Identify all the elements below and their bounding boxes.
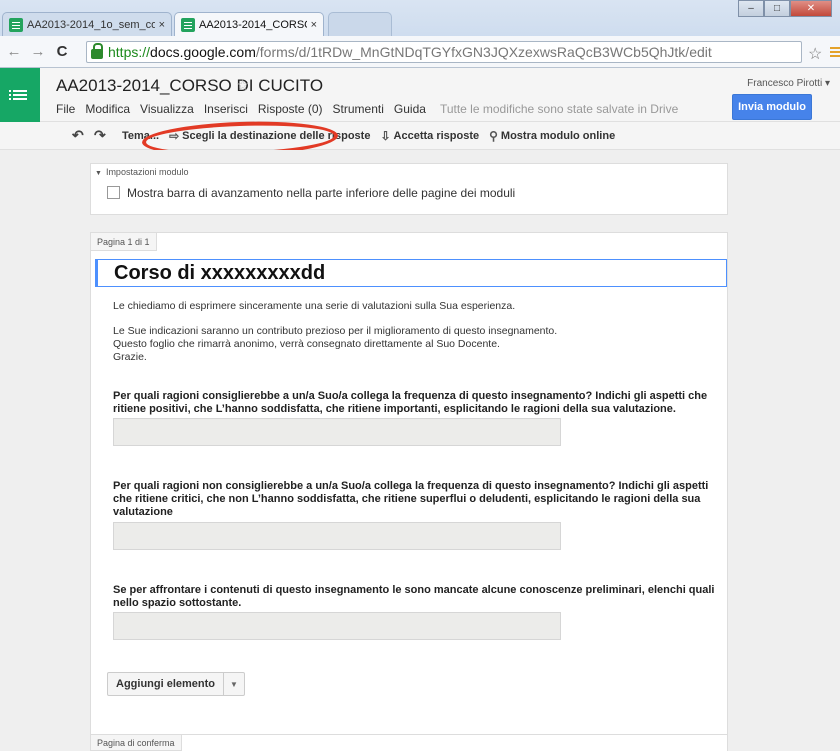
- lock-icon: [91, 43, 103, 59]
- minimize-button[interactable]: ‒: [738, 0, 764, 17]
- address-bar[interactable]: https://docs.google.com/forms/d/1tRDw_Mn…: [86, 41, 802, 63]
- bookmark-star-icon[interactable]: ☆: [808, 44, 822, 64]
- url-path: /forms/d/1tRDw_MnGtNDqTGYfxGN3JQXzexwsRa…: [255, 44, 712, 60]
- undo-icon[interactable]: ↶: [72, 127, 84, 144]
- form-description-line: Le chiediamo di esprimere sinceramente u…: [113, 300, 516, 312]
- response-destination-label: Scegli la destinazione delle risposte: [182, 129, 371, 142]
- chevron-down-icon[interactable]: ▼: [224, 680, 244, 689]
- form-description-line: Grazie.: [113, 351, 147, 363]
- maximize-button[interactable]: □: [764, 0, 790, 17]
- answer-textarea[interactable]: [113, 612, 561, 640]
- forms-logo-icon[interactable]: [0, 68, 40, 122]
- progress-bar-checkbox[interactable]: [107, 186, 120, 199]
- show-online-form-button[interactable]: ⚲ Mostra modulo online: [489, 129, 615, 143]
- add-element-label: Aggiungi elemento: [108, 673, 224, 695]
- question-title[interactable]: Per quali ragioni non consiglierebbe a u…: [113, 480, 723, 519]
- save-status: Tutte le modifiche sono state salvate in…: [439, 102, 679, 116]
- user-account[interactable]: Francesco Pirotti ▾: [747, 78, 830, 89]
- tab-close-icon[interactable]: ×: [159, 19, 165, 31]
- browser-toolbar: ← → C https://docs.google.com/forms/d/1t…: [0, 36, 840, 68]
- forms-favicon-icon: [181, 17, 195, 32]
- forms-favicon-icon: [9, 17, 23, 32]
- tab-2[interactable]: AA2013-2014_CORSO DI C ×: [174, 12, 324, 36]
- answer-textarea[interactable]: [113, 418, 561, 446]
- menu-inserisci[interactable]: Inserisci: [204, 102, 248, 116]
- send-form-button[interactable]: Invia modulo: [732, 94, 812, 120]
- add-element-button[interactable]: Aggiungi elemento ▼: [107, 672, 245, 696]
- tab-1[interactable]: AA2013-2014_1o_sem_co ×: [2, 12, 172, 36]
- new-tab-button[interactable]: [328, 12, 392, 36]
- show-online-form-label: Mostra modulo online: [500, 129, 616, 142]
- star-icon[interactable]: ☆: [236, 76, 249, 94]
- question-title[interactable]: Se per affrontare i contenuti di questo …: [113, 584, 723, 610]
- tab-label: AA2013-2014_CORSO DI C: [199, 18, 307, 31]
- progress-bar-label: Mostra barra di avanzamento nella parte …: [127, 186, 516, 200]
- form-description-line: Le Sue indicazioni saranno un contributo…: [113, 325, 558, 337]
- reload-icon[interactable]: C: [52, 43, 72, 60]
- accept-responses-button[interactable]: ⇩ Accetta risposte: [380, 129, 479, 143]
- form-title: Corso di xxxxxxxxxdd: [114, 262, 326, 284]
- forms-header: AA2013-2014_CORSO DI CUCITO ☆ File Modif…: [0, 68, 840, 122]
- menu-risposte[interactable]: Risposte (0): [258, 102, 323, 116]
- form-page: Pagina 1 di 1 Corso di xxxxxxxxxdd Le ch…: [90, 232, 728, 751]
- menu-bar: File Modifica Visualizza Inserisci Rispo…: [56, 102, 688, 116]
- tab-strip: AA2013-2014_1o_sem_co × AA2013-2014_CORS…: [0, 0, 840, 36]
- form-title-input[interactable]: Corso di xxxxxxxxxdd: [95, 259, 727, 287]
- url-host: docs.google.com: [150, 44, 256, 60]
- theme-button[interactable]: Tema...: [122, 129, 159, 143]
- confirmation-page: Pagina di conferma: [90, 734, 728, 751]
- answer-textarea[interactable]: [113, 522, 561, 550]
- tab-close-icon[interactable]: ×: [311, 19, 317, 31]
- window-controls: ‒ □ ✕: [738, 0, 832, 17]
- form-description-line: Questo foglio che rimarrà anonimo, verrà…: [113, 338, 500, 350]
- tab-label: AA2013-2014_1o_sem_co: [27, 18, 155, 31]
- menu-strumenti[interactable]: Strumenti: [333, 102, 384, 116]
- destination-icon: ⇨: [169, 128, 180, 143]
- form-toolbar: ↶ ↷ Tema... ⇨ Scegli la destinazione del…: [0, 122, 840, 150]
- user-name: Francesco Pirotti: [747, 78, 823, 89]
- close-window-button[interactable]: ✕: [790, 0, 832, 17]
- response-destination-button[interactable]: ⇨ Scegli la destinazione delle risposte: [169, 129, 370, 143]
- confirmation-tag: Pagina di conferma: [91, 735, 182, 751]
- inbox-icon: ⇩: [380, 128, 391, 143]
- settings-header[interactable]: Impostazioni modulo: [95, 167, 189, 177]
- document-title[interactable]: AA2013-2014_CORSO DI CUCITO: [56, 76, 323, 96]
- menu-modifica[interactable]: Modifica: [85, 102, 130, 116]
- menu-visualizza[interactable]: Visualizza: [140, 102, 194, 116]
- theme-label: Tema...: [122, 129, 160, 142]
- browser-chrome: AA2013-2014_1o_sem_co × AA2013-2014_CORS…: [0, 0, 840, 68]
- url-scheme: https://: [108, 44, 151, 60]
- accept-responses-label: Accetta risposte: [393, 129, 480, 142]
- form-settings-panel: Impostazioni modulo Mostra barra di avan…: [90, 163, 728, 215]
- back-arrow-icon[interactable]: ←: [4, 43, 24, 60]
- search-icon: ⚲: [489, 128, 498, 143]
- page-tag: Pagina 1 di 1: [91, 233, 157, 251]
- question-title[interactable]: Per quali ragioni consiglierebbe a un/a …: [113, 390, 723, 416]
- redo-icon[interactable]: ↷: [94, 127, 106, 144]
- forward-arrow-icon[interactable]: →: [28, 43, 48, 60]
- menu-guida[interactable]: Guida: [394, 102, 426, 116]
- form-editor-canvas: Impostazioni modulo Mostra barra di avan…: [0, 150, 840, 751]
- chrome-menu-icon[interactable]: [830, 47, 840, 49]
- menu-file[interactable]: File: [56, 102, 75, 116]
